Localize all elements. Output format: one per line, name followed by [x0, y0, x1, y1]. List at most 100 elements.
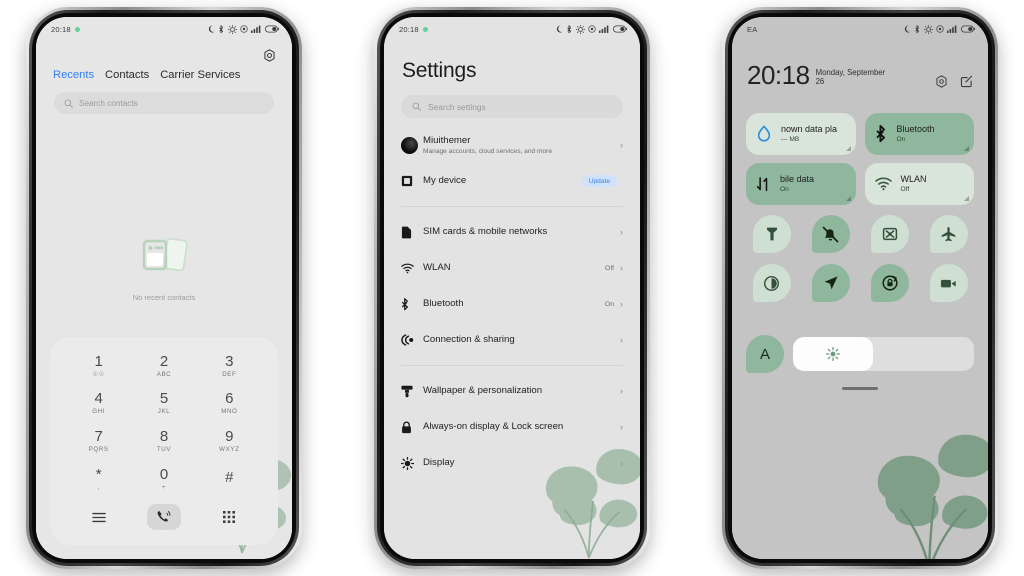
dnd-moon-icon — [208, 25, 215, 33]
settings-gear-button[interactable] — [935, 75, 948, 93]
list-divider — [401, 365, 623, 366]
signal-bars-icon — [599, 25, 609, 33]
tab-recents[interactable]: Recents — [53, 69, 94, 81]
tile-expand-corner-icon[interactable] — [845, 146, 851, 151]
airplane-mode-icon — [941, 226, 956, 241]
screen-record-icon — [940, 279, 956, 287]
keypad-row: 4 GHI 5 JKL 6 MNO — [66, 385, 262, 423]
tile-subtitle: --- MB — [781, 136, 800, 144]
settings-row-wallpaper[interactable]: Wallpaper & personalization › — [384, 373, 640, 409]
vpn-icon — [228, 24, 237, 34]
vpn-icon — [924, 24, 933, 34]
key-star[interactable]: *, — [66, 460, 131, 498]
call-button[interactable] — [146, 504, 181, 531]
settings-row-miuithemer[interactable]: Miuithemer Manage accounts, cloud servic… — [384, 127, 640, 163]
silent-bell-icon — [822, 226, 839, 242]
bluetooth-icon — [875, 125, 885, 143]
chevron-right-icon: › — [620, 226, 623, 237]
wifi-glyph — [401, 263, 414, 273]
auto-rotate-lock-icon — [881, 275, 898, 291]
dialpad-icon — [223, 511, 236, 524]
key-4[interactable]: 4 GHI — [66, 385, 131, 423]
auto-brightness-toggle[interactable]: A — [746, 335, 784, 373]
key-0-number: 0 — [159, 465, 169, 483]
drag-handle[interactable] — [842, 387, 878, 390]
key-5[interactable]: 5 JKL — [131, 385, 196, 423]
lock-glyph — [402, 421, 411, 433]
edit-button[interactable] — [960, 75, 973, 93]
settings-row-bluetooth[interactable]: Bluetooth On › — [384, 286, 640, 322]
settings-row-wlan[interactable]: WLAN Off › — [384, 250, 640, 286]
toggle-screen-record[interactable] — [929, 264, 968, 302]
settings-row-label: SIM cards & mobile networks — [423, 226, 548, 237]
list-divider — [401, 206, 623, 207]
settings-row-connection-sharing[interactable]: Connection & sharing › — [384, 322, 640, 358]
key-0[interactable]: 0 + — [131, 460, 196, 498]
tab-carrier-services[interactable]: Carrier Services — [160, 69, 240, 81]
toggle-auto-rotate-lock[interactable] — [870, 264, 909, 302]
key-6[interactable]: 6 MNO — [197, 385, 262, 423]
settings-row-my-device[interactable]: My device Update — [384, 163, 640, 199]
dialer-menu-button[interactable] — [66, 512, 131, 523]
tile-text: bile data On — [780, 174, 814, 194]
key-3[interactable]: 3 DEF — [197, 347, 262, 385]
key-7[interactable]: 7 PQRS — [66, 422, 131, 460]
dialer-settings-button[interactable] — [263, 49, 276, 67]
key-hash[interactable]: # — [197, 460, 262, 498]
key-1[interactable]: 1 ☉☉ — [66, 347, 131, 385]
toggle-airplane-mode[interactable] — [929, 215, 968, 253]
lock-icon — [401, 421, 423, 434]
call-button-wrap[interactable] — [131, 504, 196, 531]
tile-data-plan[interactable]: nown data pla --- MB — [746, 113, 856, 155]
search-settings-input[interactable]: Search settings — [401, 95, 623, 118]
key-7-letters: PQRS — [88, 446, 109, 454]
settings-row-text: WLAN — [423, 262, 605, 274]
dialpad-button[interactable] — [197, 511, 262, 524]
settings-row-label: Bluetooth — [423, 298, 464, 309]
toggle-screenshot[interactable] — [870, 215, 909, 253]
mobile-data-arrows-icon — [756, 177, 768, 191]
toggle-flashlight[interactable] — [752, 215, 791, 253]
search-contacts-input[interactable]: Search contacts — [54, 92, 274, 114]
key-5-letters: JKL — [157, 408, 171, 416]
device-icon — [401, 175, 423, 187]
tile-title: Bluetooth — [896, 123, 935, 134]
chevron-right-icon: › — [620, 334, 623, 345]
key-star-number: * — [95, 465, 102, 483]
key-8[interactable]: 8 TUV — [131, 422, 196, 460]
search-settings-placeholder: Search settings — [428, 101, 486, 112]
tile-expand-corner-icon[interactable] — [845, 196, 851, 201]
tile-mobile-data[interactable]: bile data On — [746, 163, 856, 205]
status-bar-time: 20:18 — [51, 24, 71, 34]
brightness-slider[interactable] — [793, 337, 974, 371]
settings-row-text: SIM cards & mobile networks — [423, 226, 620, 238]
toggle-silent[interactable] — [811, 215, 850, 253]
toggle-dark-mode[interactable] — [752, 264, 791, 302]
phone-device-settings: 20:18 Settings Search settings Miuitheme… — [374, 7, 650, 569]
key-9[interactable]: 9 WXYZ — [197, 422, 262, 460]
empty-state-label: No recent contacts — [132, 293, 196, 302]
settings-app: 20:18 Settings Search settings Miuitheme… — [384, 17, 640, 559]
empty-state: No recent contacts — [36, 235, 292, 302]
settings-row-lock-screen[interactable]: Always-on display & Lock screen › — [384, 409, 640, 445]
connection-sharing-icon — [401, 334, 423, 346]
tab-contacts[interactable]: Contacts — [105, 69, 149, 81]
settings-row-sim-cards[interactable]: SIM cards & mobile networks › — [384, 214, 640, 250]
key-2[interactable]: 2 ABC — [131, 347, 196, 385]
location-icon — [936, 25, 944, 33]
device-square-icon — [401, 175, 413, 187]
settings-row-label: My device — [423, 175, 467, 186]
tile-subtitle: On — [896, 136, 906, 144]
brightness-sun-icon — [401, 456, 423, 470]
tile-bluetooth[interactable]: Bluetooth On — [864, 113, 974, 155]
settings-row-display[interactable]: Display › — [384, 445, 640, 481]
clock-block: 20:18 Monday, September 26 — [747, 62, 888, 88]
battery-icon — [961, 25, 975, 33]
tile-expand-corner-icon[interactable] — [964, 146, 969, 151]
brightness-sun-glyph — [401, 456, 414, 470]
tile-expand-corner-icon[interactable] — [964, 196, 969, 201]
status-badge[interactable]: Update — [581, 175, 617, 187]
edit-pencil-icon — [960, 75, 973, 88]
toggle-location[interactable] — [811, 264, 850, 302]
tile-wlan[interactable]: WLAN Off — [864, 163, 974, 205]
